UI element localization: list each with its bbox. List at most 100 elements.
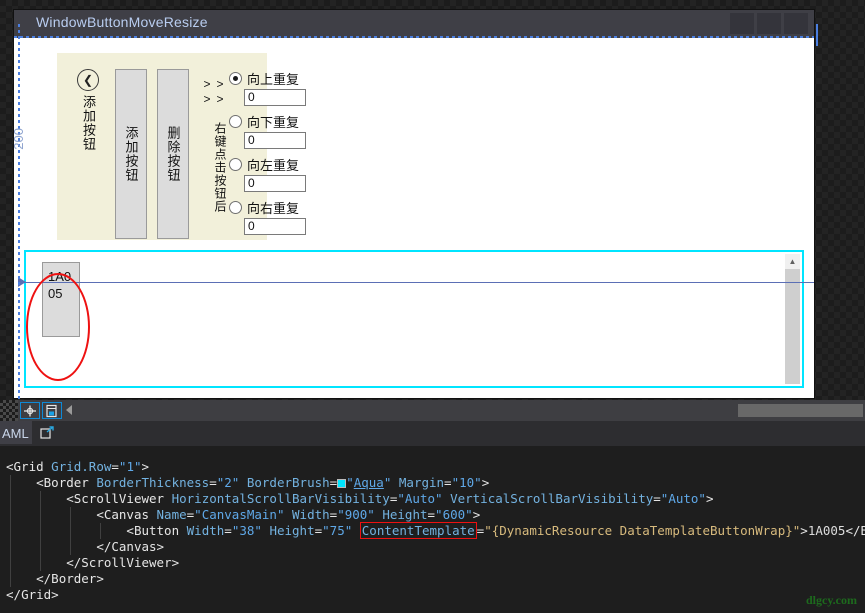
back-button-label: 添加按钮 — [81, 95, 96, 151]
page-title: WindowButtonMoveResize — [36, 14, 208, 30]
add-button-label: 添加按钮 — [123, 126, 139, 182]
code-token: > — [51, 587, 59, 602]
code-token: > — [705, 491, 714, 506]
indent-guide — [10, 571, 11, 587]
code-token: > — [171, 555, 180, 570]
repeat-option-right[interactable]: 向右重复 0 — [229, 198, 313, 235]
code-token: " — [346, 475, 354, 490]
code-token: </ — [845, 523, 861, 538]
tab-xaml[interactable]: AML — [0, 421, 32, 445]
repeat-option-up[interactable]: 向上重复 0 — [229, 69, 313, 106]
indent-guide — [10, 539, 11, 555]
delete-button[interactable]: 删除按钮 — [157, 69, 189, 239]
pop-out-icon[interactable] — [40, 426, 55, 440]
code-token: < — [66, 491, 74, 506]
design-preview-window: WindowButtonMoveResize ❮ 添加按钮 添加按钮 删除按钮 — [11, 10, 818, 406]
code-token: "Auto" — [660, 491, 706, 506]
repeat-up-input[interactable]: 0 — [244, 89, 306, 106]
code-token: 1A005 — [807, 523, 846, 538]
code-token: = — [653, 491, 661, 506]
code-token: "38" — [231, 523, 262, 538]
radio-up[interactable] — [229, 71, 242, 85]
code-token: Name — [156, 507, 187, 522]
ruler-measure-label: 200 — [11, 128, 26, 150]
code-token: Width — [186, 523, 225, 538]
repeat-option-down[interactable]: 向下重复 0 — [229, 112, 313, 149]
code-token: ContentTemplate — [359, 522, 477, 539]
chevron-up-icon[interactable]: ▲ — [785, 254, 800, 269]
minimize-button[interactable] — [730, 13, 754, 34]
window-controls[interactable] — [730, 13, 808, 34]
radio-right-label: 向右重复 — [247, 200, 300, 216]
code-token: Border — [43, 475, 89, 490]
code-token: < — [6, 459, 14, 474]
code-token: Aqua — [353, 475, 384, 490]
code-token: DataTemplateButtonWrap}" — [619, 523, 801, 538]
code-token: Button — [860, 523, 865, 538]
code-token: > — [141, 459, 150, 474]
maximize-button[interactable] — [757, 13, 781, 34]
selection-adorner-left — [18, 24, 20, 406]
indent-guide — [40, 491, 41, 507]
chevron-left-icon[interactable]: ❮ — [77, 69, 99, 91]
code-token: BorderBrush — [246, 475, 330, 490]
pan-tool-icon[interactable] — [20, 402, 40, 419]
indent-guide — [70, 523, 71, 539]
code-token: Grid.Row — [51, 459, 112, 474]
indent-guide — [70, 507, 71, 523]
code-token: "Auto" — [397, 491, 443, 506]
repeat-right-input[interactable]: 0 — [244, 218, 306, 235]
watermark: dlgcy.com — [806, 593, 857, 607]
code-token: </ — [96, 539, 112, 554]
code-token: </ — [66, 555, 82, 570]
indent-guide — [40, 555, 41, 571]
code-token: "CanvasMain" — [194, 507, 285, 522]
canvas-vertical-scrollbar[interactable]: ▲ — [785, 254, 800, 384]
canvas-border: 1A005 ▲ — [24, 250, 804, 388]
code-token: > — [156, 539, 165, 554]
code-token: = — [314, 523, 323, 538]
indent-guide — [10, 523, 11, 539]
repeat-left-input[interactable]: 0 — [244, 175, 306, 192]
radio-right[interactable] — [229, 200, 242, 214]
indent-guide — [100, 523, 101, 539]
code-token: VerticalScrollBarVisibility — [450, 491, 654, 506]
code-line: </Canvas> — [0, 539, 865, 555]
code-token: "75" — [322, 523, 353, 538]
code-token: "{DynamicResource — [484, 523, 620, 538]
radio-up-label: 向上重复 — [247, 71, 300, 87]
code-token: = — [329, 475, 338, 490]
code-line: </Grid> — [0, 587, 865, 603]
code-token: Grid — [21, 587, 52, 602]
code-token: < — [126, 523, 134, 538]
canvas-generated-button[interactable]: 1A005 — [42, 262, 80, 337]
indent-guide — [40, 523, 41, 539]
code-token: Canvas — [111, 539, 157, 554]
indent-guide — [40, 507, 41, 523]
add-button[interactable]: 添加按钮 — [115, 69, 147, 239]
xaml-code-editor[interactable]: <Grid Grid.Row="1"> <Border BorderThickn… — [0, 446, 865, 613]
code-line: </Border> — [0, 571, 865, 587]
radio-left[interactable] — [229, 157, 242, 171]
code-token: HorizontalScrollBarVisibility — [171, 491, 390, 506]
code-token: Grid — [13, 459, 44, 474]
radio-down[interactable] — [229, 114, 242, 128]
code-token: Button — [133, 523, 180, 538]
repeat-option-left[interactable]: 向左重复 0 — [229, 155, 313, 192]
collapse-left-icon[interactable] — [66, 405, 72, 415]
code-token: "1" — [118, 459, 142, 474]
designer-horizontal-scrollbar[interactable] — [738, 404, 863, 417]
code-line: <Border BorderThickness="2" BorderBrush=… — [0, 475, 865, 491]
code-token: = — [427, 507, 436, 522]
radio-down-label: 向下重复 — [247, 114, 300, 130]
snap-to-grid-icon[interactable] — [42, 402, 62, 419]
tab-xaml-label: AML — [2, 425, 29, 441]
repeat-down-input[interactable]: 0 — [244, 132, 306, 149]
radio-left-label: 向左重复 — [247, 157, 300, 173]
close-button[interactable] — [784, 13, 808, 34]
